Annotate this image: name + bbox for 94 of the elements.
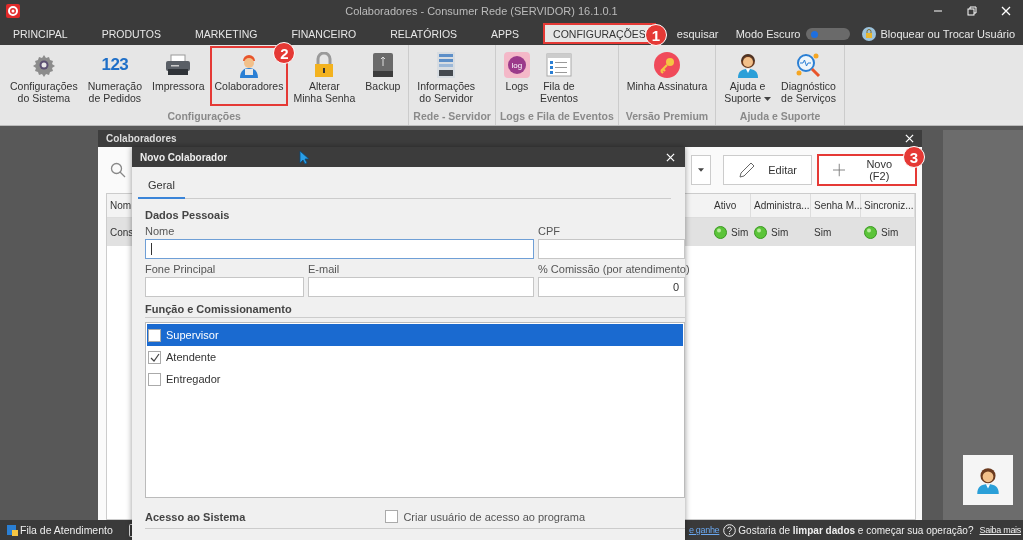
group-label: Logs e Fila de Eventos xyxy=(499,110,614,124)
pencil-icon xyxy=(738,161,757,179)
log-icon: log xyxy=(503,52,530,78)
ribbon-button[interactable]: Configurações do Sistema xyxy=(6,47,82,105)
status-dot-icon xyxy=(754,225,767,239)
step-badge: 3 xyxy=(903,146,925,168)
search-menu-item[interactable]: esquisar xyxy=(670,27,719,40)
group-label: Ajuda e Suporte xyxy=(738,110,822,124)
magnifier-icon xyxy=(795,52,822,78)
queue-label[interactable]: Fila de Atendimento xyxy=(20,524,113,536)
gear-icon xyxy=(31,53,56,77)
section-heading: Função e Comissionamento xyxy=(145,303,685,318)
close-icon[interactable] xyxy=(1001,6,1011,16)
lock-icon xyxy=(862,26,877,41)
menu-tab[interactable]: PRODUTOS xyxy=(92,24,170,43)
drive-icon xyxy=(371,52,394,78)
ribbon-button[interactable]: 123 Numeração de Pedidos xyxy=(83,47,146,105)
promo-link[interactable]: e ganhe xyxy=(688,525,720,535)
step-badge: 2 xyxy=(273,42,296,64)
queue-icon xyxy=(6,524,18,536)
ribbon-button[interactable]: log Logs xyxy=(499,47,534,105)
window-title: Colaboradores xyxy=(106,133,177,144)
column-header[interactable]: Ativo xyxy=(711,194,751,217)
checkbox[interactable] xyxy=(148,350,161,364)
cursor-icon xyxy=(299,150,310,165)
menu-tab[interactable]: RELATÓRIOS xyxy=(381,24,467,43)
learn-more-link[interactable]: Saiba mais xyxy=(979,525,1021,535)
ribbon-button[interactable]: Fila de Eventos xyxy=(535,47,582,105)
server-icon xyxy=(436,51,457,79)
field-label: E-mail xyxy=(308,263,341,275)
column-header[interactable]: Sincroniz... xyxy=(861,194,915,217)
app-logo-icon xyxy=(6,4,20,18)
section-heading: Dados Pessoais xyxy=(145,209,231,221)
input-field[interactable]: 0 xyxy=(538,277,685,297)
role-item[interactable]: Supervisor xyxy=(147,324,683,346)
menu-tab[interactable]: APPS xyxy=(482,24,529,43)
window-title: Colaboradores - Consumer Rede (SERVIDOR) 16.1.0.1 xyxy=(344,5,619,17)
padlock-icon xyxy=(313,52,336,78)
table-cell: Sim xyxy=(881,226,899,238)
input-field[interactable] xyxy=(538,239,685,259)
caret-icon xyxy=(698,168,705,172)
search-icon xyxy=(110,162,126,178)
table-cell: Cons xyxy=(110,226,134,238)
support-button[interactable] xyxy=(963,455,1013,505)
ribbon-button[interactable]: Ajuda e Suporte xyxy=(720,47,776,105)
tab[interactable]: Geral xyxy=(138,175,185,199)
field-label: CPF xyxy=(538,225,561,237)
question-text: Gostaria de limpar dados e começar sua operação? xyxy=(738,524,974,536)
field-label: Nome xyxy=(145,225,176,237)
printer-icon xyxy=(165,53,192,77)
menu-tab[interactable]: MARKETING xyxy=(186,24,267,43)
dark-mode-toggle[interactable] xyxy=(806,27,851,40)
digits-icon: 123 xyxy=(101,55,129,75)
checkbox[interactable] xyxy=(148,372,161,386)
checkbox[interactable] xyxy=(385,510,399,523)
status-dot-icon xyxy=(864,225,877,239)
role-item[interactable]: Atendente xyxy=(147,346,683,368)
dark-mode-label: Modo Escuro xyxy=(735,27,801,40)
close-icon[interactable] xyxy=(905,134,914,143)
close-icon[interactable] xyxy=(666,152,675,162)
support-agent-icon xyxy=(735,52,760,78)
checkbox[interactable] xyxy=(148,328,161,342)
support-agent-icon xyxy=(975,466,1001,494)
input-field[interactable] xyxy=(145,277,304,297)
ribbon-button[interactable]: Informações do Servidor xyxy=(413,47,480,105)
lock-user-link[interactable]: Bloquear ou Trocar Usuário xyxy=(880,27,1015,40)
table-cell: Sim xyxy=(814,226,832,238)
input-field[interactable] xyxy=(308,277,534,297)
table-cell: Sim xyxy=(731,226,749,238)
ribbon-button[interactable]: Diagnóstico de Serviços xyxy=(777,47,840,105)
section-heading: Acesso ao Sistema xyxy=(145,510,246,523)
input-field[interactable] xyxy=(145,239,534,259)
key-icon xyxy=(654,52,680,78)
column-header[interactable]: Senha M... xyxy=(811,194,861,217)
status-dot-icon xyxy=(714,225,727,239)
ribbon-button[interactable]: Impressora xyxy=(148,47,209,105)
menu-tab[interactable]: FINANCEIRO xyxy=(282,24,366,43)
ribbon-button[interactable]: Backup xyxy=(361,47,405,105)
edit-button[interactable]: Editar xyxy=(723,155,812,185)
checkbox-label[interactable]: Criar usuário de acesso ao programa xyxy=(403,510,585,523)
menu-tab[interactable]: PRINCIPAL xyxy=(4,24,77,43)
restore-icon[interactable] xyxy=(967,6,977,16)
column-header[interactable]: Administra... xyxy=(751,194,811,217)
role-item[interactable]: Entregador xyxy=(147,368,683,390)
group-label: Rede - Servidor xyxy=(413,110,491,124)
plus-icon xyxy=(833,163,846,177)
group-label: Versão Premium xyxy=(624,110,710,124)
help-icon xyxy=(723,523,737,537)
ribbon-button[interactable]: Minha Assinatura xyxy=(622,47,712,105)
field-label: Fone Principal xyxy=(145,263,217,275)
dialog-title: Novo Colaborador xyxy=(140,151,228,163)
group-label: Configurações xyxy=(166,110,242,124)
table-cell: Sim xyxy=(771,226,789,238)
list-window-icon xyxy=(545,53,572,77)
